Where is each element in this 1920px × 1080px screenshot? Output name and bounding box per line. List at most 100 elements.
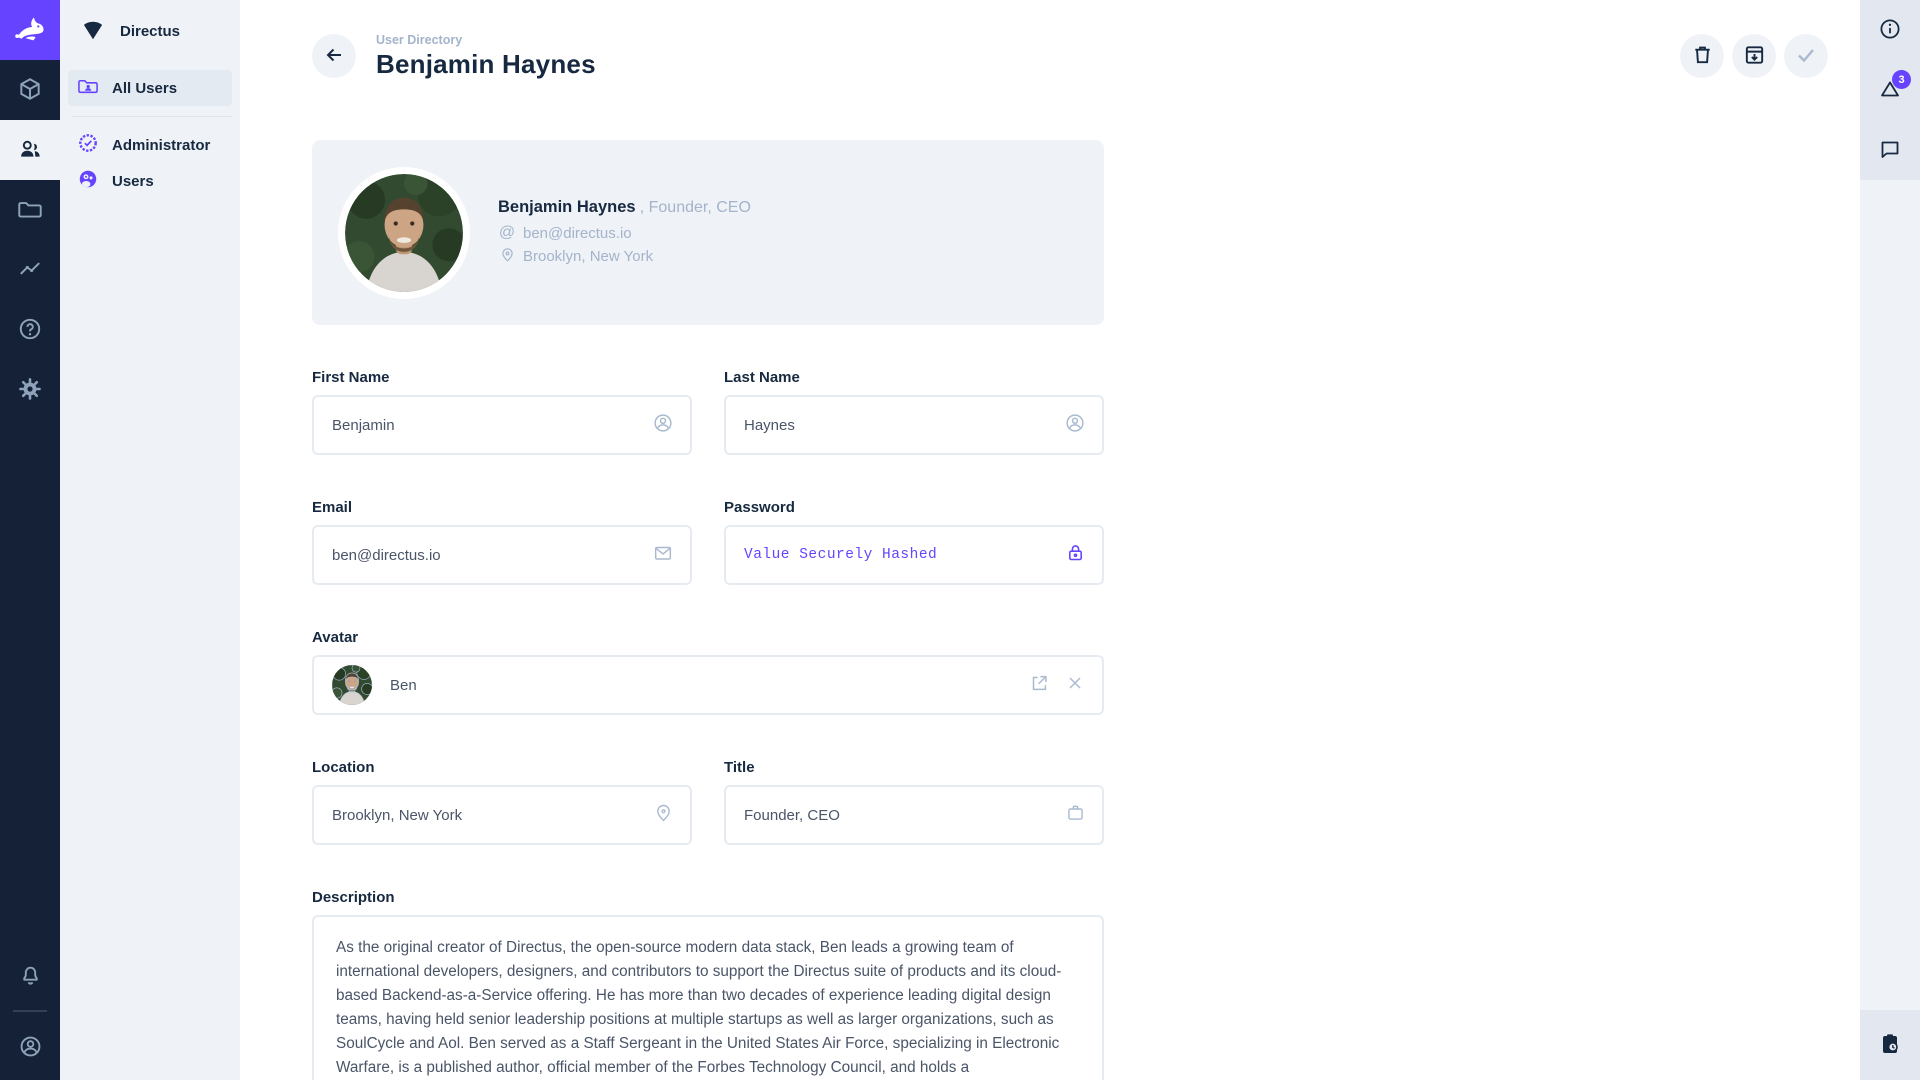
user-name: Benjamin Haynes — [498, 198, 636, 216]
project-header[interactable]: Directus — [60, 0, 240, 62]
title-block: User Directory Benjamin Haynes — [376, 33, 596, 80]
nav-sidebar: Directus All Users Administrator — [60, 0, 240, 1080]
directus-logo[interactable] — [0, 0, 60, 60]
folder-icon — [17, 196, 43, 225]
right-sidebar: 3 — [1860, 0, 1920, 1080]
sidebar-bottom-section — [1860, 1010, 1920, 1080]
nav-divider — [72, 116, 232, 117]
gear-icon — [17, 376, 43, 405]
first-name-input[interactable]: Benjamin — [312, 395, 692, 455]
location-input[interactable]: Brooklyn, New York — [312, 785, 692, 845]
user-card-info: Benjamin Haynes , Founder, CEO @ ben@dir… — [498, 198, 751, 267]
sidebar-filler — [1860, 180, 1920, 1010]
nav-items: All Users Administrator Users — [60, 62, 240, 207]
field-description: Description As the original creator of D… — [312, 889, 1104, 1080]
email-input[interactable]: ben@directus.io — [312, 525, 692, 585]
main-content: User Directory Benjamin Haynes — [240, 0, 1860, 1080]
user-face-icon — [77, 168, 99, 194]
account-circle-icon — [1064, 412, 1086, 439]
nav-item-users[interactable]: Users — [68, 163, 232, 199]
field-label: Title — [724, 759, 1104, 776]
module-insights[interactable] — [0, 240, 60, 300]
user-email-line: @ ben@directus.io — [498, 224, 751, 242]
archive-button[interactable] — [1732, 34, 1776, 78]
field-last-name: Last Name Haynes — [724, 369, 1104, 455]
field-label: Location — [312, 759, 692, 776]
revisions-button[interactable] — [1860, 1010, 1920, 1080]
module-help[interactable] — [0, 300, 60, 360]
notifications-button[interactable] — [0, 946, 60, 1006]
header-actions — [1680, 34, 1828, 78]
verified-badge-icon — [77, 132, 99, 158]
module-bar-divider — [13, 1010, 47, 1012]
trend-line-icon — [17, 256, 43, 285]
module-bar — [0, 0, 60, 1080]
user-avatar — [338, 167, 470, 299]
briefcase-icon — [1065, 802, 1086, 828]
delete-button[interactable] — [1680, 34, 1724, 78]
sidebar-sections: 3 — [1860, 0, 1920, 180]
user-email: ben@directus.io — [523, 225, 632, 242]
info-section-button[interactable] — [1860, 0, 1920, 60]
save-button[interactable] — [1784, 34, 1828, 78]
user-role: , Founder, CEO — [640, 199, 751, 216]
module-user-directory[interactable] — [0, 120, 60, 180]
page-title: Benjamin Haynes — [376, 49, 596, 80]
field-email: Email ben@directus.io — [312, 499, 692, 585]
field-avatar: Avatar Ben — [312, 629, 1104, 715]
nav-item-label: Users — [112, 173, 154, 190]
notification-badge: 3 — [1892, 70, 1911, 89]
project-fan-icon — [80, 16, 106, 47]
project-name: Directus — [120, 23, 180, 40]
module-content[interactable] — [0, 60, 60, 120]
nav-item-all-users[interactable]: All Users — [68, 70, 232, 106]
info-circle-icon — [1878, 17, 1902, 44]
user-form: Benjamin Haynes , Founder, CEO @ ben@dir… — [312, 140, 1104, 1080]
field-label: Password — [724, 499, 1104, 516]
bell-icon — [18, 962, 43, 990]
comments-section-button[interactable] — [1860, 120, 1920, 180]
account-button[interactable] — [0, 1016, 60, 1080]
map-pin-icon — [498, 246, 516, 267]
people-icon — [17, 136, 43, 165]
external-link-icon[interactable] — [1028, 672, 1050, 699]
field-label: Email — [312, 499, 692, 516]
field-label: Last Name — [724, 369, 1104, 386]
back-button[interactable] — [312, 34, 356, 78]
field-first-name: First Name Benjamin — [312, 369, 692, 455]
archive-icon — [1743, 43, 1766, 69]
module-settings[interactable] — [0, 360, 60, 420]
folder-user-icon — [77, 75, 99, 101]
arrow-left-icon — [322, 43, 346, 70]
user-location: Brooklyn, New York — [523, 248, 653, 265]
password-input[interactable]: Value Securely Hashed — [724, 525, 1104, 585]
field-title: Title Founder, CEO — [724, 759, 1104, 845]
comment-bubble-icon — [1878, 137, 1902, 164]
nav-item-administrator[interactable]: Administrator — [68, 127, 232, 163]
account-circle-icon — [18, 1034, 43, 1062]
avatar-thumbnail — [332, 665, 372, 705]
module-files[interactable] — [0, 180, 60, 240]
account-circle-icon — [652, 412, 674, 439]
last-name-input[interactable]: Haynes — [724, 395, 1104, 455]
avatar-input[interactable]: Ben — [312, 655, 1104, 715]
user-location-line: Brooklyn, New York — [498, 246, 751, 267]
directus-rabbit-icon — [12, 10, 48, 51]
nav-item-label: All Users — [112, 80, 177, 97]
trash-icon — [1691, 43, 1714, 69]
check-icon — [1794, 43, 1818, 70]
lock-icon — [1065, 542, 1086, 568]
module-bar-spacer — [0, 420, 60, 946]
clipboard-clock-icon — [1878, 1032, 1902, 1059]
field-password: Password Value Securely Hashed — [724, 499, 1104, 585]
field-label: Description — [312, 889, 1104, 906]
close-icon[interactable] — [1064, 672, 1086, 699]
envelope-icon — [652, 542, 674, 569]
at-icon: @ — [498, 224, 516, 242]
help-circle-icon — [17, 316, 43, 345]
field-label: First Name — [312, 369, 692, 386]
description-textarea[interactable]: As the original creator of Directus, the… — [312, 915, 1104, 1080]
breadcrumb[interactable]: User Directory — [376, 33, 596, 47]
title-input[interactable]: Founder, CEO — [724, 785, 1104, 845]
notifications-section-button[interactable]: 3 — [1860, 60, 1920, 120]
